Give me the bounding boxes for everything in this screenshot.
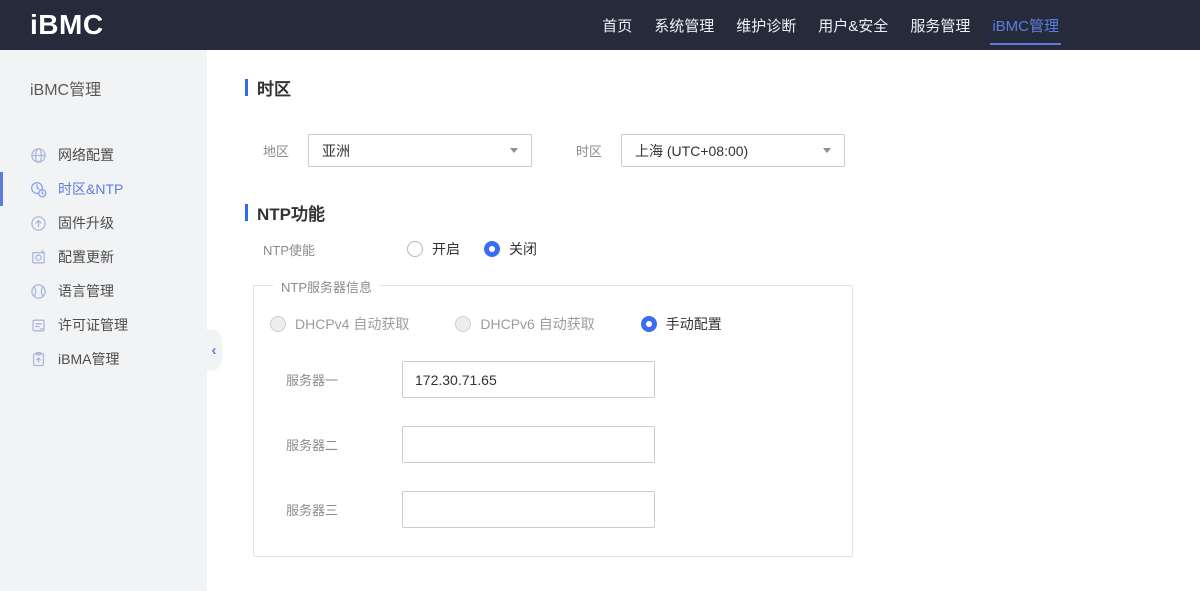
ntp-mode-row: DHCPv4 自动获取 DHCPv6 自动获取 手动配置 <box>254 315 852 333</box>
sidebar: iBMC管理 网络配置 时区&NTP 固件升级 配置更新 语言管理 许可证管理 … <box>0 50 221 591</box>
section-accent-bar <box>245 78 248 96</box>
radio-disabled-icon <box>270 316 286 332</box>
sidebar-item-label: 固件升级 <box>58 215 114 231</box>
sidebar-item-firmware-upgrade[interactable]: 固件升级 <box>0 206 207 240</box>
timezone-section-title: 时区 <box>245 77 1200 99</box>
upgrade-arrow-icon <box>30 215 47 232</box>
chevron-left-icon: ‹ <box>211 341 217 359</box>
region-label: 地区 <box>263 144 290 159</box>
topbar: iBMC 首页 系统管理 维护诊断 用户&安全 服务管理 iBMC管理 <box>0 0 1200 50</box>
timezone-clock-icon <box>30 181 47 198</box>
radio-label: 开启 <box>432 241 460 257</box>
region-select[interactable]: 亚洲 <box>308 134 532 167</box>
server-two-row: 服务器二 <box>254 426 852 463</box>
radio-label: 手动配置 <box>665 316 722 332</box>
server-two-label: 服务器二 <box>286 438 339 453</box>
ntp-server-group: NTP服务器信息 DHCPv4 自动获取 DHCPv6 自动获取 手动配置 服务… <box>253 277 853 557</box>
server-one-label: 服务器一 <box>286 373 339 388</box>
timezone-label: 时区 <box>576 144 603 159</box>
region-select-value: 亚洲 <box>322 142 350 159</box>
ntp-server-group-legend: NTP服务器信息 <box>273 277 381 296</box>
main-content: 时区 地区 亚洲 时区 上海 (UTC+08:00) NTP功能 NTP使能 开… <box>207 50 1200 591</box>
nav-home[interactable]: 首页 <box>600 0 634 50</box>
radio-disabled-icon <box>455 316 472 332</box>
nav-maintenance-diagnosis[interactable]: 维护诊断 <box>734 0 798 50</box>
server-one-input[interactable] <box>402 361 655 398</box>
nav-service-management[interactable]: 服务管理 <box>908 0 972 50</box>
timezone-select-value: 上海 (UTC+08:00) <box>635 142 749 159</box>
ntp-enable-label: NTP使能 <box>263 242 316 258</box>
server-one-row: 服务器一 <box>254 361 852 398</box>
sidebar-item-label: iBMA管理 <box>58 351 120 367</box>
radio-label: DHCPv4 自动获取 <box>295 316 410 332</box>
section-title-text: NTP功能 <box>257 204 325 224</box>
timezone-select[interactable]: 上海 (UTC+08:00) <box>621 134 845 167</box>
nav-system-management[interactable]: 系统管理 <box>652 0 716 50</box>
ntp-enable-on-radio[interactable]: 开启 <box>407 239 460 259</box>
timezone-form-row: 地区 亚洲 时区 上海 (UTC+08:00) <box>263 134 1200 167</box>
sidebar-item-timezone-ntp[interactable]: 时区&NTP <box>0 172 207 206</box>
sidebar-item-label: 时区&NTP <box>58 181 124 197</box>
server-three-input[interactable] <box>402 491 655 528</box>
ntp-enable-row: NTP使能 开启 关闭 <box>263 238 1200 260</box>
sidebar-title: iBMC管理 <box>30 82 102 99</box>
sidebar-menu: 网络配置 时区&NTP 固件升级 配置更新 语言管理 许可证管理 iBMA管理 <box>0 138 207 376</box>
config-update-icon <box>30 249 47 266</box>
sidebar-collapse-button[interactable]: ‹ <box>207 330 221 370</box>
dhcpv6-auto-radio[interactable]: DHCPv6 自动获取 <box>455 314 595 334</box>
chevron-down-icon <box>510 148 518 153</box>
license-icon <box>30 317 47 334</box>
section-accent-bar <box>245 203 248 221</box>
section-title-text: 时区 <box>257 79 291 99</box>
server-three-label: 服务器三 <box>286 503 339 518</box>
server-three-row: 服务器三 <box>254 491 852 528</box>
language-globe-icon <box>30 283 47 300</box>
sidebar-item-label: 网络配置 <box>58 147 114 163</box>
sidebar-item-config-update[interactable]: 配置更新 <box>0 240 207 274</box>
sidebar-item-label: 配置更新 <box>58 249 114 265</box>
chevron-down-icon <box>823 148 831 153</box>
radio-unchecked-icon <box>407 241 423 257</box>
sidebar-item-network-config[interactable]: 网络配置 <box>0 138 207 172</box>
ntp-section-title: NTP功能 <box>245 202 1200 224</box>
top-nav: 首页 系统管理 维护诊断 用户&安全 服务管理 iBMC管理 <box>591 0 1070 50</box>
globe-icon <box>30 147 47 164</box>
sidebar-item-language-management[interactable]: 语言管理 <box>0 274 207 308</box>
radio-checked-icon <box>484 241 500 257</box>
radio-checked-icon <box>640 316 657 332</box>
sidebar-item-license-management[interactable]: 许可证管理 <box>0 308 207 342</box>
sidebar-item-label: 语言管理 <box>58 283 114 299</box>
radio-label: DHCPv6 自动获取 <box>480 316 595 332</box>
server-two-input[interactable] <box>402 426 655 463</box>
dhcpv4-auto-radio[interactable]: DHCPv4 自动获取 <box>270 314 409 334</box>
nav-user-security[interactable]: 用户&安全 <box>816 0 890 50</box>
nav-ibmc-management[interactable]: iBMC管理 <box>990 0 1061 50</box>
ntp-enable-off-radio[interactable]: 关闭 <box>484 239 537 259</box>
timezone-field-group: 时区 上海 (UTC+08:00) <box>576 134 845 167</box>
app-logo: iBMC <box>30 9 104 40</box>
radio-label: 关闭 <box>509 241 537 257</box>
ibma-clipboard-icon <box>30 351 47 368</box>
sidebar-item-label: 许可证管理 <box>58 317 128 333</box>
manual-config-radio[interactable]: 手动配置 <box>640 314 722 334</box>
sidebar-item-ibma-management[interactable]: iBMA管理 <box>0 342 207 376</box>
